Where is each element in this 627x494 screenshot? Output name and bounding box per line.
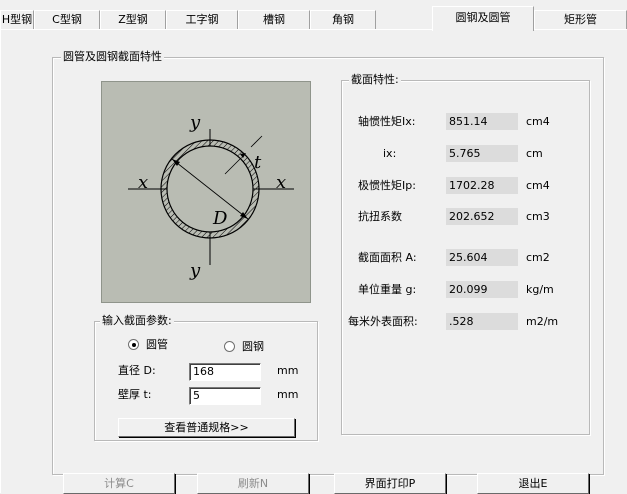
- prop-unit-ix-radius: cm: [526, 147, 543, 160]
- input-group-title: 输入截面参数:: [100, 314, 174, 328]
- tab-bar: H型钢 C型钢 Z型钢 工字钢 槽钢 角钢 圆钢及圆管 矩形管: [0, 0, 627, 31]
- tab-round-steel-pipe[interactable]: 圆钢及圆管: [432, 6, 534, 31]
- prop-unit-polar-inertia: cm4: [526, 179, 550, 192]
- view-spec-button[interactable]: 查看普通规格>>: [118, 418, 295, 437]
- prop-value-ix-radius: 5.765: [446, 145, 518, 162]
- properties-group-title: 截面特性:: [349, 73, 401, 87]
- prop-label-polar-inertia: 极惯性矩Ip:: [358, 179, 416, 192]
- figure-label-d: D: [213, 208, 228, 229]
- thickness-input[interactable]: 5: [189, 387, 261, 405]
- properties-groupbox: 截面特性: 轴惯性矩Ix: 851.14 cm4 ix: 5.765 cm 极惯…: [341, 73, 590, 435]
- figure-label-y-top: y: [190, 112, 201, 133]
- thickness-unit: mm: [277, 388, 299, 401]
- prop-value-section-area: 25.604: [446, 249, 518, 266]
- prop-unit-ix-inertia: cm4: [526, 115, 550, 128]
- tab-angle-steel[interactable]: 角钢: [310, 10, 376, 30]
- tab-rect-pipe[interactable]: 矩形管: [534, 10, 627, 30]
- radio-pipe-label[interactable]: 圆管: [146, 338, 168, 352]
- figure-label-y-bottom: y: [190, 260, 201, 281]
- calculate-button[interactable]: 计算C: [63, 473, 175, 494]
- main-group-title: 圆管及圆钢截面特性: [61, 50, 164, 64]
- diameter-label: 直径 D:: [118, 364, 156, 377]
- prop-unit-surface-area: m2/m: [526, 315, 559, 328]
- figure-label-x-right: x: [276, 172, 287, 193]
- radio-bar-label[interactable]: 圆钢: [242, 340, 264, 354]
- tab-c-steel[interactable]: C型钢: [34, 10, 100, 30]
- tab-channel-steel[interactable]: 槽钢: [238, 10, 310, 30]
- tab-i-beam[interactable]: 工字钢: [166, 10, 238, 30]
- prop-value-ix-inertia: 851.14: [446, 113, 518, 130]
- exit-button[interactable]: 退出E: [477, 473, 589, 494]
- prop-label-unit-weight: 单位重量 g:: [358, 283, 417, 296]
- prop-label-surface-area: 每米外表面积:: [348, 315, 418, 328]
- thickness-label: 壁厚 t:: [118, 388, 152, 401]
- figure-label-t: t: [254, 152, 262, 173]
- diameter-input[interactable]: 168: [189, 363, 261, 381]
- prop-label-ix-inertia: 轴惯性矩Ix:: [358, 115, 416, 128]
- figure-label-x-left: x: [138, 172, 149, 193]
- prop-value-unit-weight: 20.099: [446, 281, 518, 298]
- input-groupbox: 输入截面参数: 圆管 圆钢 直径 D: 168 mm 壁厚 t: 5 mm 查看…: [94, 314, 318, 441]
- prop-label-torsion-modulus: 抗扭系数: [358, 210, 402, 223]
- section-figure: y y x x t D: [101, 81, 311, 303]
- refresh-button[interactable]: 刷新N: [197, 473, 309, 494]
- print-screen-button[interactable]: 界面打印P: [334, 473, 446, 494]
- radio-pipe[interactable]: [128, 339, 139, 350]
- radio-selected-dot: [132, 343, 136, 347]
- tab-h-steel[interactable]: H型钢: [0, 10, 34, 30]
- diameter-unit: mm: [277, 364, 299, 377]
- prop-unit-torsion-modulus: cm3: [526, 210, 550, 223]
- prop-label-ix-radius: ix:: [383, 147, 397, 160]
- tab-z-steel[interactable]: Z型钢: [100, 10, 166, 30]
- prop-unit-unit-weight: kg/m: [526, 283, 554, 296]
- radio-bar[interactable]: [224, 341, 235, 352]
- prop-value-polar-inertia: 1702.28: [446, 177, 518, 194]
- tab-panel: 圆管及圆钢截面特性 y y x x t D 截面特性: 轴惯性矩Ix: 851.…: [0, 29, 627, 494]
- prop-value-torsion-modulus: 202.652: [446, 208, 518, 225]
- prop-label-section-area: 截面面积 A:: [358, 251, 417, 264]
- prop-unit-section-area: cm2: [526, 251, 550, 264]
- prop-value-surface-area: .528: [446, 313, 518, 330]
